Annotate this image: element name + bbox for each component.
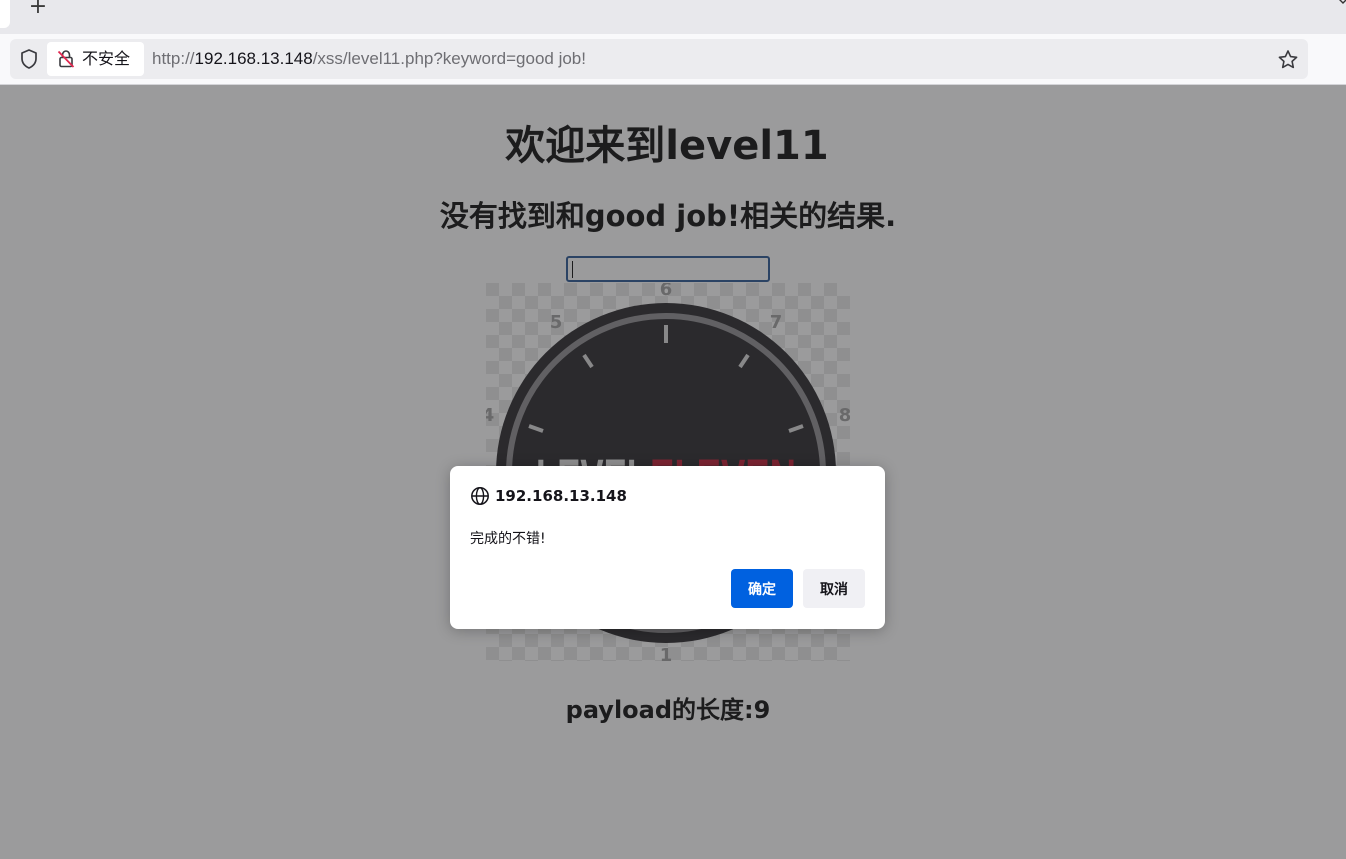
- insecure-lock-icon: [56, 49, 76, 69]
- dialog-message: 完成的不错!: [470, 531, 546, 547]
- url-path: /xss/level11.php?keyword=good job!: [312, 49, 586, 68]
- shield-icon[interactable]: [18, 48, 40, 70]
- tab-list-chevron-icon[interactable]: [1336, 0, 1346, 14]
- dialog-origin: 192.168.13.148: [495, 487, 627, 505]
- new-tab-button[interactable]: +: [25, 0, 51, 20]
- site-security-button[interactable]: 不安全: [47, 42, 144, 76]
- tab-strip: +: [0, 0, 1346, 34]
- url-host: 192.168.13.148: [194, 49, 313, 68]
- alert-dialog: 192.168.13.148 完成的不错! 确定 取消: [450, 466, 885, 629]
- ok-button[interactable]: 确定: [731, 569, 793, 608]
- cancel-button[interactable]: 取消: [803, 569, 865, 608]
- url-text[interactable]: http://192.168.13.148/xss/level11.php?ke…: [152, 39, 586, 79]
- security-label: 不安全: [82, 49, 131, 68]
- active-tab[interactable]: [0, 0, 10, 28]
- url-scheme: http://: [152, 49, 195, 68]
- address-bar[interactable]: 不安全 http://192.168.13.148/xss/level11.ph…: [10, 39, 1308, 79]
- star-icon[interactable]: [1276, 48, 1300, 72]
- navigation-bar: 不安全 http://192.168.13.148/xss/level11.ph…: [0, 34, 1346, 85]
- globe-icon: [470, 486, 490, 506]
